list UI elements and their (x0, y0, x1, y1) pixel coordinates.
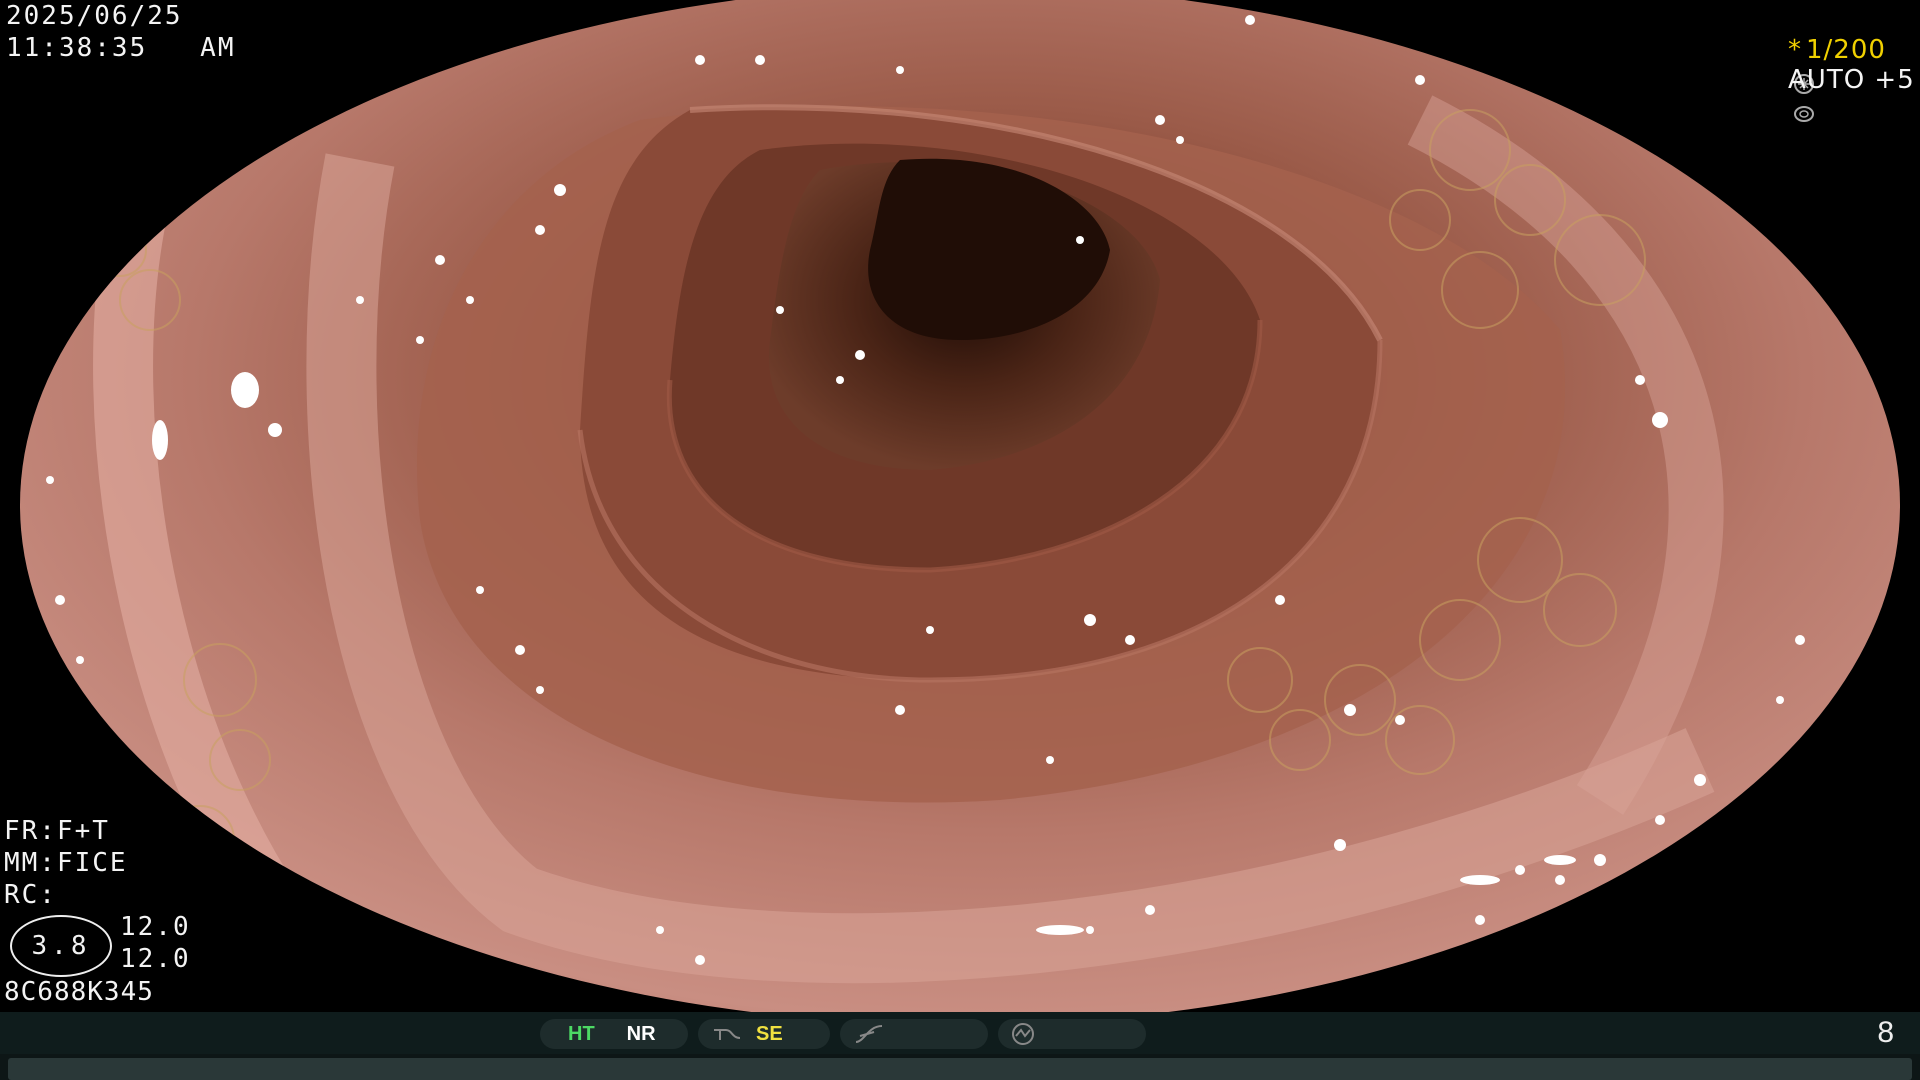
value-readout-2: 12.0 (120, 944, 191, 974)
ring-icon (1756, 69, 1815, 122)
se-label: SE (756, 1022, 783, 1045)
time-readout: 11:38:35 AM (6, 33, 236, 63)
curve-indicator (840, 1019, 988, 1049)
mm-readout: MM:FICE (4, 848, 128, 878)
shutter-readout: * 1/200 (1756, 34, 1886, 94)
shutter-symbol: * (1788, 35, 1802, 65)
curve-icon (854, 1024, 884, 1044)
se-indicator: SE (698, 1019, 830, 1049)
rc-readout: RC: (4, 880, 57, 910)
device-id: 8C688K345 (4, 977, 154, 1007)
nr-label: NR (626, 1022, 656, 1045)
value-readout-1: 12.0 (120, 912, 191, 942)
iris-icon (1756, 39, 1815, 94)
status-bar-lower (8, 1058, 1912, 1080)
exposure-value: AUTO +5 (1788, 65, 1915, 95)
pump-icon (1008, 1022, 1038, 1046)
exposure-readout: AUTO +5 (1756, 64, 1915, 122)
shutter-value: 1/200 (1806, 35, 1886, 65)
fr-readout: FR:F+T (4, 816, 110, 846)
date-readout: 2025/06/25 (6, 1, 183, 31)
endoscopic-view (20, 0, 1900, 1025)
structure-enhance-icon (712, 1024, 742, 1044)
pump-indicator (998, 1019, 1146, 1049)
ratio-badge: 3.8 (10, 915, 112, 977)
ht-label: HT (568, 1022, 595, 1045)
ht-nr-indicator: HT NR (540, 1019, 688, 1049)
page-number: 8 (1877, 1016, 1894, 1049)
